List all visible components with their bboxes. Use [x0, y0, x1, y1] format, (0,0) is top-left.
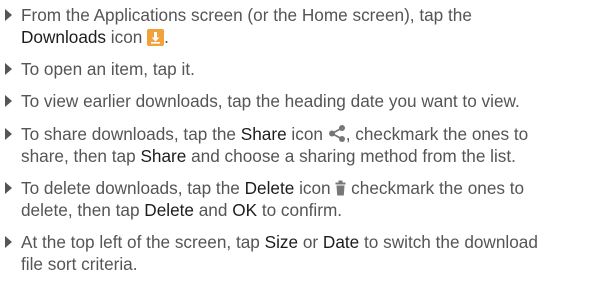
bullet-arrow-icon [5, 182, 12, 194]
item-text: file sort criteria. [21, 254, 138, 274]
list-item: At the top left of the screen, tap Size … [5, 231, 603, 275]
item-strong-text: Date [322, 232, 360, 252]
list-item: To open an item, tap it. [5, 58, 603, 80]
item-text: and [193, 200, 233, 220]
item-strong-text: OK [232, 200, 258, 220]
item-text: . [164, 27, 169, 47]
list-item: To share downloads, tap the Share icon ,… [5, 123, 603, 167]
item-line: share, then tap Share and choose a shari… [21, 145, 603, 167]
item-line: Downloads icon . [21, 26, 603, 48]
item-text: delete, then tap [21, 200, 145, 220]
item-text: icon [286, 124, 328, 144]
item-text: to switch the download [359, 232, 538, 252]
list-item: From the Applications screen (or the Hom… [5, 4, 603, 48]
item-line: file sort criteria. [21, 253, 603, 275]
item-strong-text: Delete [244, 178, 295, 198]
trash-icon [335, 180, 346, 196]
item-line: To open an item, tap it. [21, 58, 603, 80]
download-icon [147, 29, 165, 46]
instruction-list: From the Applications screen (or the Hom… [0, 0, 603, 306]
item-text: From the Applications screen (or the Hom… [21, 5, 472, 25]
item-line: From the Applications screen (or the Hom… [21, 4, 603, 26]
list-item: To view earlier downloads, tap the headi… [5, 90, 603, 112]
bullet-arrow-icon [5, 63, 12, 75]
item-text: , checkmark the ones to [345, 124, 529, 144]
item-text: At the top left of the screen, tap [21, 232, 265, 252]
item-text: To share downloads, tap the [21, 124, 241, 144]
item-line: To share downloads, tap the Share icon ,… [21, 123, 603, 145]
bullet-arrow-icon [5, 9, 12, 21]
item-strong-text: Size [264, 232, 299, 252]
item-text: to confirm. [257, 200, 343, 220]
item-line: delete, then tap Delete and OK to confir… [21, 199, 603, 221]
item-line: To delete downloads, tap the Delete icon… [21, 177, 603, 199]
item-text: checkmark the ones to [346, 178, 525, 198]
list-item: To delete downloads, tap the Delete icon… [5, 177, 603, 221]
item-line: At the top left of the screen, tap Size … [21, 231, 603, 253]
item-text: icon [106, 27, 148, 47]
share-icon [328, 125, 346, 142]
item-strong-text: Downloads [21, 27, 107, 47]
bullet-arrow-icon [5, 95, 12, 107]
item-text: To open an item, tap it. [21, 59, 195, 79]
item-text: or [298, 232, 323, 252]
item-text: To view earlier downloads, tap the headi… [21, 91, 520, 111]
item-strong-text: Share [240, 124, 287, 144]
item-text: and choose a sharing method from the lis… [186, 146, 516, 166]
item-strong-text: Share [140, 146, 187, 166]
item-text: share, then tap [21, 146, 141, 166]
bullet-arrow-icon [5, 128, 12, 140]
item-line: To view earlier downloads, tap the headi… [21, 90, 603, 112]
item-strong-text: Delete [144, 200, 194, 220]
bullet-arrow-icon [5, 236, 12, 248]
item-text: icon [294, 178, 336, 198]
item-text: To delete downloads, tap the [21, 178, 245, 198]
